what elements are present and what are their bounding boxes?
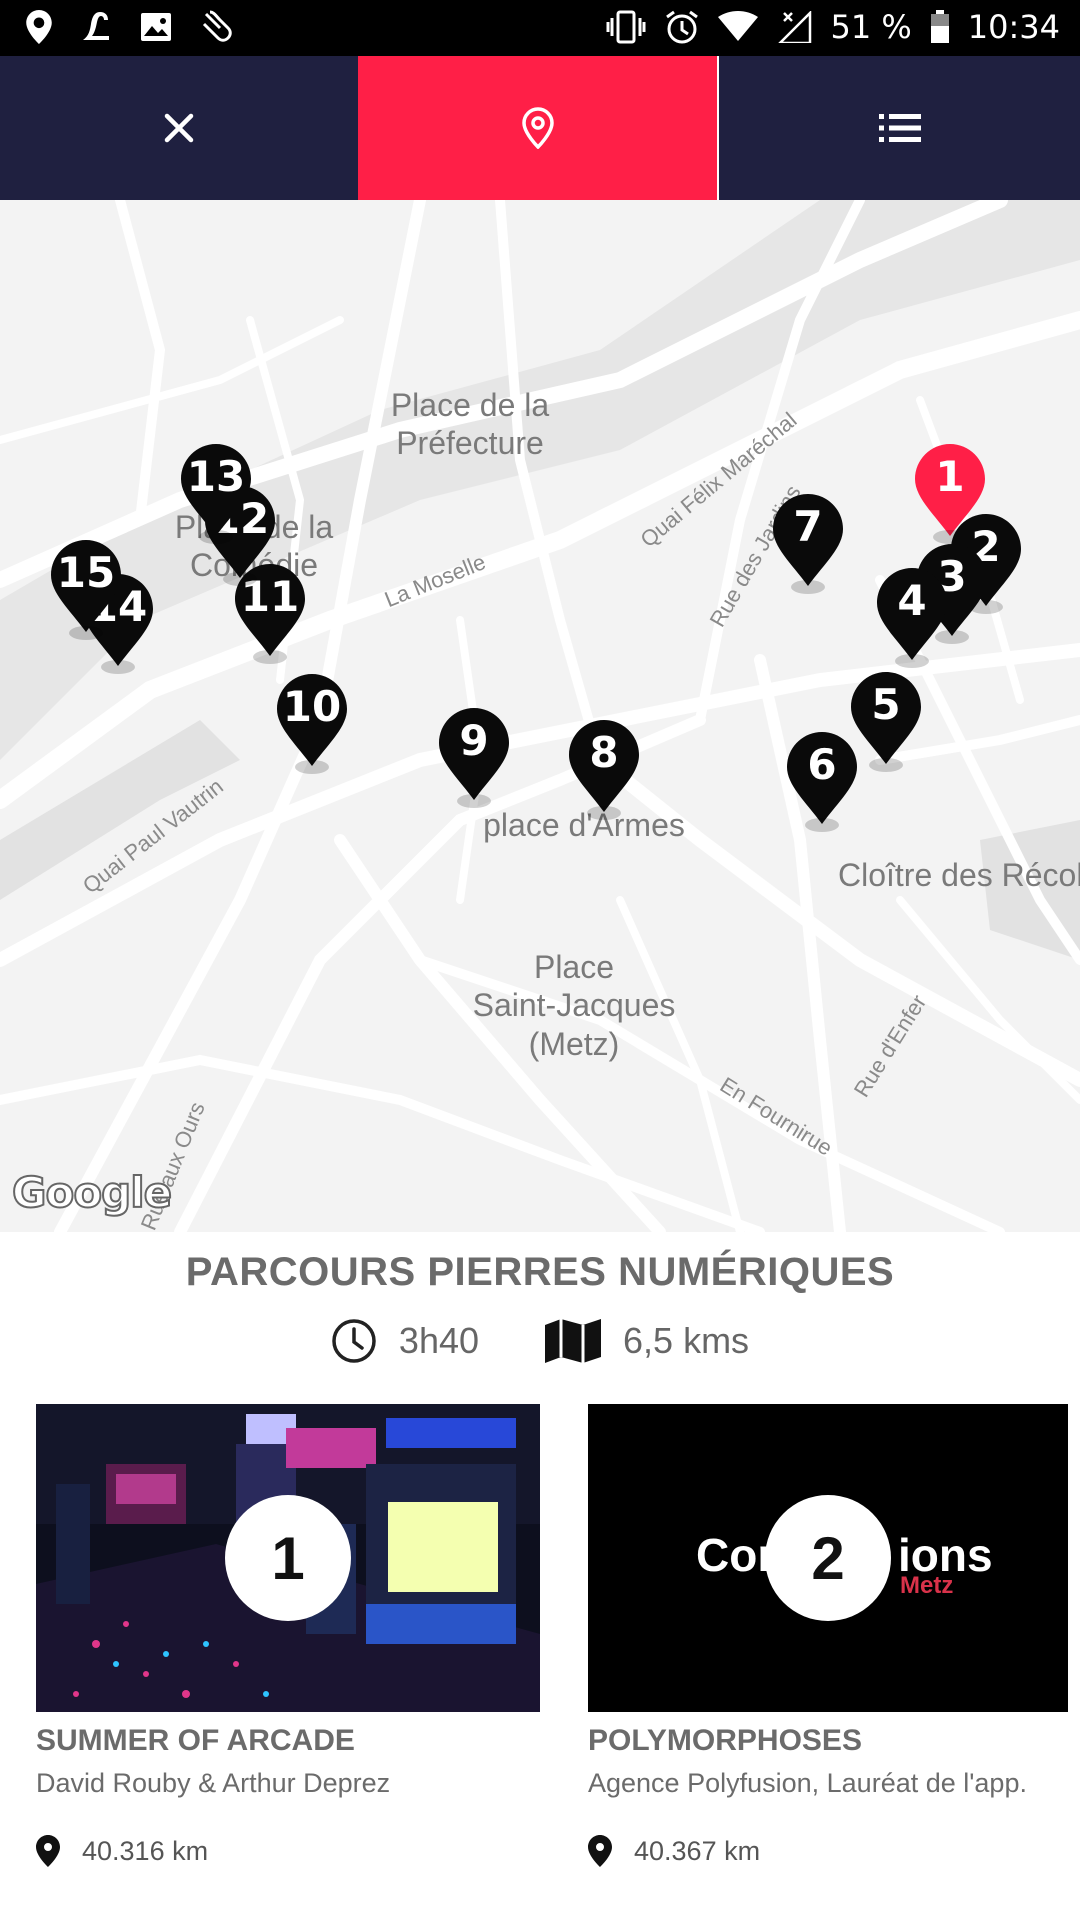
stop-distance-1: 40.316 km	[82, 1835, 209, 1866]
pin-number: 9	[459, 716, 489, 765]
pin-shadow	[69, 626, 103, 640]
location-icon	[26, 10, 52, 44]
signal-icon	[778, 11, 812, 43]
route-duration: 3h40	[398, 1320, 480, 1361]
route-meta: 3h40 6,5 kms	[0, 1318, 1080, 1364]
battery-icon	[930, 10, 949, 43]
tab-list[interactable]	[717, 56, 1080, 200]
pin-shadow	[199, 530, 233, 544]
pin-shadow	[253, 650, 287, 664]
google-logo: Google	[11, 1167, 173, 1218]
pin-number: 6	[807, 740, 837, 789]
map-icon	[545, 1319, 602, 1363]
stop-number-badge-1: 1	[225, 1495, 351, 1621]
stop-subtitle-1: David Rouby & Arthur Deprez	[36, 1768, 391, 1798]
map-pin-5[interactable]: 5	[849, 670, 923, 772]
vibrate-icon	[606, 10, 646, 44]
pin-shadow	[895, 654, 929, 668]
status-system: 51 % 10:34	[606, 8, 1060, 46]
map-pin-10[interactable]: 10	[275, 672, 349, 774]
stop-card-1[interactable]: 1 SUMMER OF ARCADE David Rouby & Arthur …	[36, 1404, 540, 1867]
pin-shadow	[101, 660, 135, 674]
stop-card-2[interactable]: Con ions Metz 2 POLYMORPHOSES Agence Pol…	[588, 1404, 1068, 1867]
pin-shadow	[869, 758, 903, 772]
pin-number: 7	[793, 502, 823, 551]
stop-distance-row-2: 40.367 km	[588, 1835, 1068, 1867]
pin-number: 10	[282, 682, 342, 731]
map-pin-9[interactable]: 9	[437, 706, 511, 808]
close-icon	[164, 113, 194, 143]
alarm-icon	[666, 10, 699, 44]
pin-shadow	[587, 806, 621, 820]
pin-number: 13	[186, 452, 246, 501]
stop-title-2: POLYMORPHOSES	[588, 1724, 862, 1757]
label-cloitre: Cloître des Récol	[838, 857, 1080, 893]
pin-shadow	[223, 572, 257, 586]
pin-number: 4	[897, 576, 927, 625]
map-pin-6[interactable]: 6	[785, 730, 859, 832]
pin-shadow	[805, 818, 839, 832]
tab-close[interactable]	[0, 56, 358, 200]
pin-number: 1	[935, 452, 965, 501]
top-tab-bar	[0, 56, 1080, 200]
route-distance: 6,5 kms	[623, 1320, 750, 1361]
stop-number-badge-2: 2	[765, 1495, 891, 1621]
image-icon	[141, 13, 171, 41]
image-text-sub: Metz	[900, 1572, 954, 1599]
app-l-icon	[83, 12, 109, 40]
map-pin-13[interactable]: 13	[179, 442, 253, 544]
pin-shadow	[457, 794, 491, 808]
location-pin-icon	[36, 1835, 60, 1867]
pin-shadow	[791, 580, 825, 594]
pin-number: 15	[56, 548, 116, 597]
stop-distance-row-1: 40.316 km	[36, 1835, 540, 1867]
list-icon	[878, 114, 921, 142]
stop-thumbnail-2: Con ions Metz 2	[588, 1404, 1068, 1712]
location-pin-icon	[588, 1835, 612, 1867]
stop-thumbnail-1: 1	[36, 1404, 540, 1712]
label-place-saint-jacques: Place Saint-Jacques (Metz)	[472, 949, 676, 1062]
map-view[interactable]: Place de la Préfecture Place de la Coméd…	[0, 200, 1080, 1232]
wifi-icon	[718, 11, 759, 41]
stop-subtitle-2: Agence Polyfusion, Lauréat de l'app.	[588, 1768, 1027, 1798]
map-pin-15[interactable]: 15	[49, 538, 123, 640]
map-pin-7[interactable]: 7	[771, 492, 845, 594]
route-title: PARCOURS PIERRES NUMÉRIQUES	[185, 1250, 895, 1294]
map-pin-4[interactable]: 4	[875, 566, 949, 668]
touch-icon	[202, 10, 232, 42]
pin-number: 5	[871, 680, 901, 729]
tab-map[interactable]	[358, 56, 717, 200]
stop-title-1: SUMMER OF ARCADE	[36, 1724, 355, 1757]
map-pin-8[interactable]: 8	[567, 718, 641, 820]
status-bar: 51 % 10:34	[0, 0, 1080, 56]
battery-percent: 51 %	[830, 8, 912, 46]
pin-shadow	[295, 760, 329, 774]
map-pin-icon	[521, 107, 554, 149]
stop-distance-2: 40.367 km	[634, 1835, 761, 1866]
pin-number: 8	[589, 728, 619, 777]
status-notifications	[26, 10, 236, 44]
label-place-prefecture: Place de la Préfecture	[390, 387, 550, 462]
clock: 10:34	[967, 8, 1060, 46]
clock-icon	[332, 1319, 376, 1363]
